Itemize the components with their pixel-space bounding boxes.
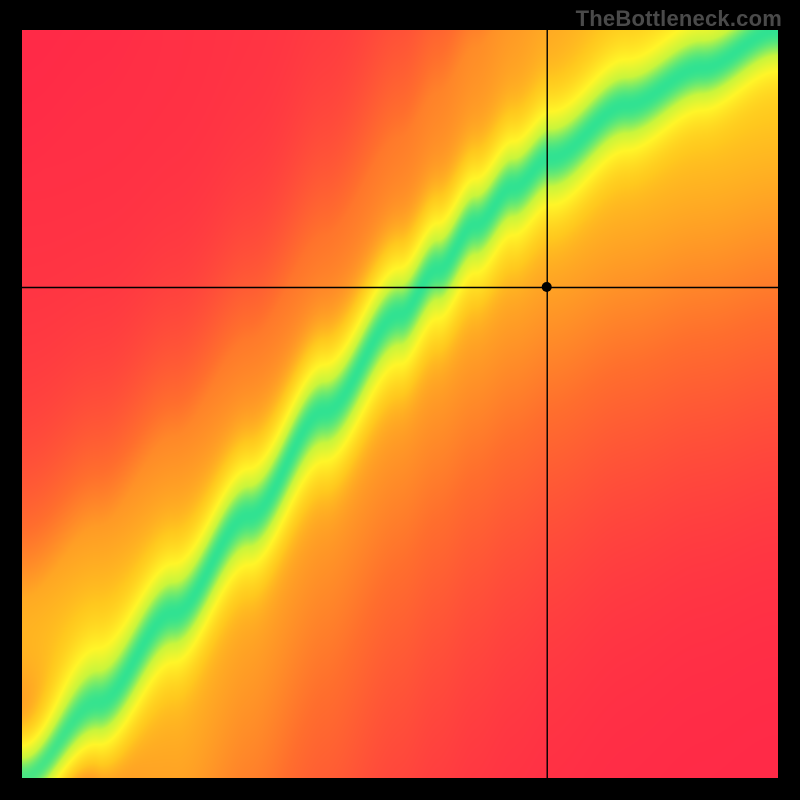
heatmap-plot	[22, 30, 778, 778]
heatmap-canvas	[22, 30, 778, 778]
chart-frame: TheBottleneck.com	[0, 0, 800, 800]
watermark-text: TheBottleneck.com	[576, 6, 782, 32]
